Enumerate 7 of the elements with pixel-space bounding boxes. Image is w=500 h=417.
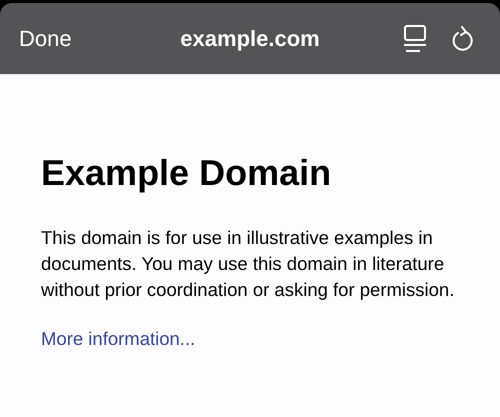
page-address: example.com	[179, 25, 321, 53]
reader-icon[interactable]	[403, 24, 427, 52]
done-button[interactable]: Done	[19, 22, 129, 55]
more-information-link[interactable]: More information...	[41, 325, 196, 353]
page-paragraph: This domain is for use in illustrative examples in documents. You may use this domain in literature without prior coordination or asking for permission.	[41, 226, 456, 302]
page-heading: Example Domain	[41, 151, 332, 195]
reload-icon[interactable]	[451, 26, 473, 52]
